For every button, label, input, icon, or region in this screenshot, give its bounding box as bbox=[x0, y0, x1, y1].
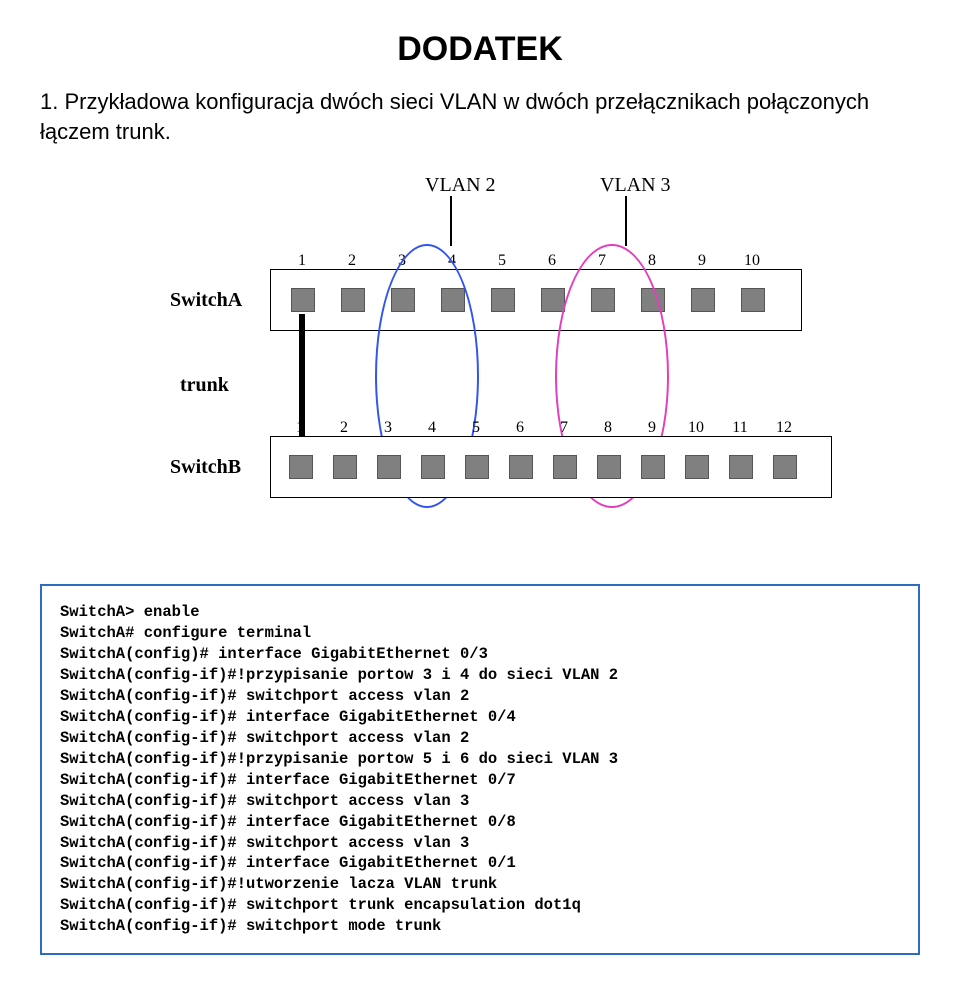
portb-label-12: 12 bbox=[773, 419, 795, 437]
portb-2 bbox=[333, 455, 357, 479]
portb-label-1: 1 bbox=[289, 419, 311, 437]
portb-8 bbox=[597, 455, 621, 479]
porta-5 bbox=[491, 288, 515, 312]
porta-10 bbox=[741, 288, 765, 312]
config-code-block: SwitchA> enable SwitchA# configure termi… bbox=[40, 584, 920, 955]
porta-6 bbox=[541, 288, 565, 312]
intro-text: 1. Przykładowa konfiguracja dwóch sieci … bbox=[40, 87, 920, 146]
portb-label-7: 7 bbox=[553, 419, 575, 437]
porta-2 bbox=[341, 288, 365, 312]
portb-10 bbox=[685, 455, 709, 479]
portb-label-4: 4 bbox=[421, 419, 443, 437]
porta-9 bbox=[691, 288, 715, 312]
page-title: DODATEK bbox=[40, 30, 920, 69]
portb-label-11: 11 bbox=[729, 419, 751, 437]
vlan2-label: VLAN 2 bbox=[425, 174, 496, 197]
porta-label-10: 10 bbox=[741, 252, 763, 270]
switchb-label: SwitchB bbox=[170, 456, 241, 479]
portb-5 bbox=[465, 455, 489, 479]
portb-label-10: 10 bbox=[685, 419, 707, 437]
porta-1 bbox=[291, 288, 315, 312]
switcha-label: SwitchA bbox=[170, 289, 242, 312]
porta-label-5: 5 bbox=[491, 252, 513, 270]
portb-3 bbox=[377, 455, 401, 479]
portb-label-9: 9 bbox=[641, 419, 663, 437]
vlan2-pointer bbox=[450, 196, 452, 246]
porta-label-6: 6 bbox=[541, 252, 563, 270]
network-diagram: VLAN 2 VLAN 3 SwitchA 1 2 3 4 5 6 7 8 9 … bbox=[100, 174, 860, 554]
vlan3-pointer bbox=[625, 196, 627, 246]
switcha-box: 1 2 3 4 5 6 7 8 9 10 bbox=[270, 269, 802, 331]
portb-7 bbox=[553, 455, 577, 479]
portb-9 bbox=[641, 455, 665, 479]
switchb-box: 1 2 3 4 5 6 7 8 9 10 11 12 bbox=[270, 436, 832, 498]
portb-label-2: 2 bbox=[333, 419, 355, 437]
porta-label-2: 2 bbox=[341, 252, 363, 270]
portb-6 bbox=[509, 455, 533, 479]
vlan3-label: VLAN 3 bbox=[600, 174, 671, 197]
portb-4 bbox=[421, 455, 445, 479]
portb-label-8: 8 bbox=[597, 419, 619, 437]
portb-label-3: 3 bbox=[377, 419, 399, 437]
porta-label-9: 9 bbox=[691, 252, 713, 270]
portb-label-5: 5 bbox=[465, 419, 487, 437]
portb-12 bbox=[773, 455, 797, 479]
portb-11 bbox=[729, 455, 753, 479]
trunk-label: trunk bbox=[180, 374, 229, 397]
portb-1 bbox=[289, 455, 313, 479]
porta-label-1: 1 bbox=[291, 252, 313, 270]
portb-label-6: 6 bbox=[509, 419, 531, 437]
